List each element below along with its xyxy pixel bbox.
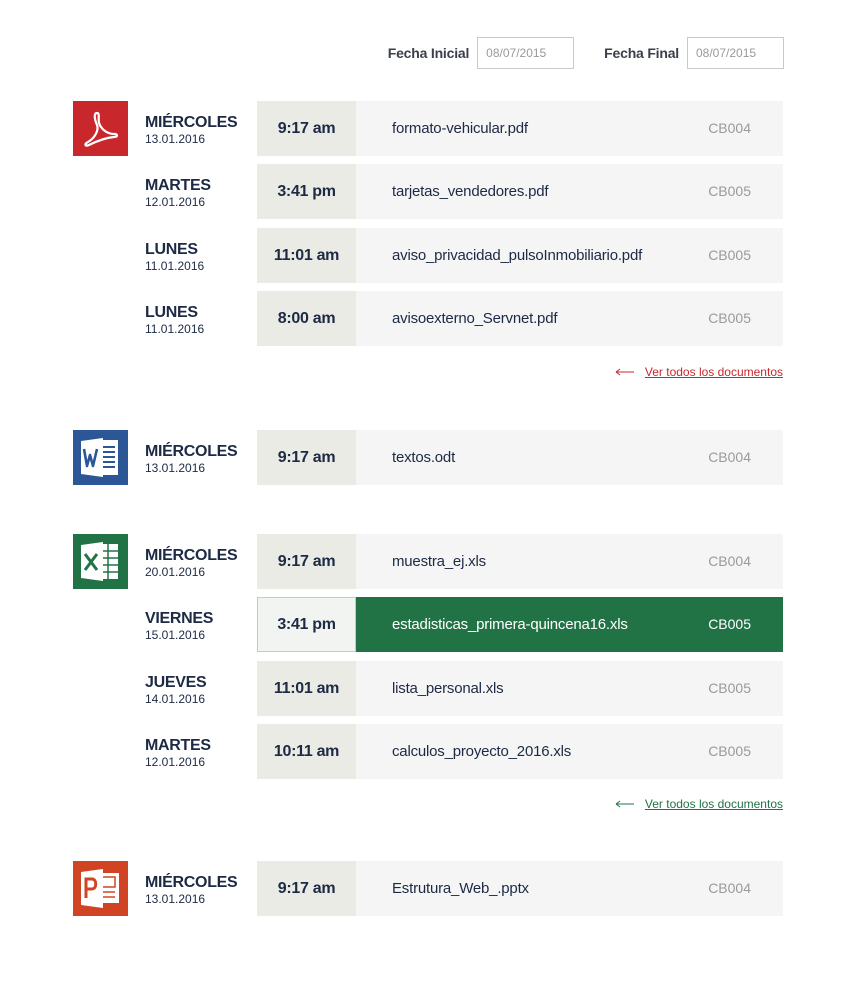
row-time: 9:17 am	[257, 101, 356, 156]
row-date: 14.01.2016	[145, 692, 206, 706]
file-name[interactable]: aviso_privacidad_pulsoInmobiliario.pdf	[392, 228, 642, 283]
file-name[interactable]: textos.odt	[392, 430, 455, 485]
row-day: MIÉRCOLES	[145, 443, 238, 460]
file-cell[interactable]: muestra_ej.xls CB004	[356, 534, 783, 589]
row-date: 13.01.2016	[145, 132, 206, 146]
file-cell[interactable]: tarjetas_vendedores.pdf CB005	[356, 164, 783, 219]
list-item-selected[interactable]: VIERNES 15.01.2016 3:41 pm estadisticas_…	[0, 597, 856, 652]
list-item[interactable]: MARTES 12.01.2016 3:41 pm tarjetas_vende…	[0, 164, 856, 219]
row-time: 9:17 am	[257, 861, 356, 916]
row-time: 3:41 pm	[257, 597, 356, 652]
row-time: 11:01 am	[257, 661, 356, 716]
row-day: VIERNES	[145, 610, 214, 627]
row-date: 13.01.2016	[145, 461, 206, 475]
row-day: MARTES	[145, 737, 211, 754]
file-name[interactable]: lista_personal.xls	[392, 661, 504, 716]
file-name[interactable]: muestra_ej.xls	[392, 534, 486, 589]
file-name[interactable]: calculos_proyecto_2016.xls	[392, 724, 571, 779]
row-time: 9:17 am	[257, 430, 356, 485]
list-item[interactable]: MARTES 12.01.2016 10:11 am calculos_proy…	[0, 724, 856, 779]
list-item[interactable]: MIÉRCOLES 13.01.2016 9:17 am Estrutura_W…	[0, 861, 856, 916]
file-name[interactable]: estadisticas_primera-quincena16.xls	[392, 597, 628, 652]
file-cell[interactable]: aviso_privacidad_pulsoInmobiliario.pdf C…	[356, 228, 783, 283]
file-cell[interactable]: Estrutura_Web_.pptx CB004	[356, 861, 783, 916]
row-day: JUEVES	[145, 674, 207, 691]
file-name[interactable]: avisoexterno_Servnet.pdf	[392, 291, 558, 346]
row-time: 3:41 pm	[257, 164, 356, 219]
file-code: CB005	[708, 310, 751, 326]
row-date: 20.01.2016	[145, 565, 206, 579]
row-date: 12.01.2016	[145, 195, 206, 209]
end-date-label: Fecha Final	[604, 45, 679, 61]
end-date-input[interactable]	[687, 37, 784, 69]
file-cell[interactable]: formato-vehicular.pdf CB004	[356, 101, 783, 156]
row-time: 11:01 am	[257, 228, 356, 283]
see-all-pdf-link[interactable]: Ver todos los documentos	[615, 365, 783, 379]
file-code: CB005	[708, 616, 751, 632]
row-time: 9:17 am	[257, 534, 356, 589]
file-code: CB005	[708, 743, 751, 759]
file-code: CB005	[708, 183, 751, 199]
file-code: CB004	[708, 880, 751, 896]
row-time: 8:00 am	[257, 291, 356, 346]
row-date: 11.01.2016	[145, 259, 205, 273]
file-cell[interactable]: estadisticas_primera-quincena16.xls CB00…	[356, 597, 783, 652]
row-date: 15.01.2016	[145, 628, 206, 642]
row-day: LUNES	[145, 304, 198, 321]
row-date: 13.01.2016	[145, 892, 206, 906]
row-day: MIÉRCOLES	[145, 874, 238, 891]
row-day: LUNES	[145, 241, 198, 258]
row-time: 10:11 am	[257, 724, 356, 779]
file-code: CB005	[708, 247, 751, 263]
arrow-left-icon	[615, 797, 635, 811]
file-name[interactable]: formato-vehicular.pdf	[392, 101, 528, 156]
file-name[interactable]: tarjetas_vendedores.pdf	[392, 164, 549, 219]
date-filters: Fecha Inicial Fecha Final	[388, 37, 784, 69]
list-item[interactable]: MIÉRCOLES 13.01.2016 9:17 am formato-veh…	[0, 101, 856, 156]
list-item[interactable]: JUEVES 14.01.2016 11:01 am lista_persona…	[0, 661, 856, 716]
file-cell[interactable]: lista_personal.xls CB005	[356, 661, 783, 716]
file-code: CB004	[708, 120, 751, 136]
list-item[interactable]: MIÉRCOLES 20.01.2016 9:17 am muestra_ej.…	[0, 534, 856, 589]
file-code: CB004	[708, 449, 751, 465]
row-day: MIÉRCOLES	[145, 547, 238, 564]
arrow-left-icon	[615, 365, 635, 379]
see-all-excel-link[interactable]: Ver todos los documentos	[615, 797, 783, 811]
row-day: MIÉRCOLES	[145, 114, 238, 131]
file-cell[interactable]: textos.odt CB004	[356, 430, 783, 485]
list-item[interactable]: LUNES 11.01.2016 8:00 am avisoexterno_Se…	[0, 291, 856, 346]
file-code: CB004	[708, 553, 751, 569]
row-day: MARTES	[145, 177, 211, 194]
start-date-label: Fecha Inicial	[387, 45, 470, 61]
file-code: CB005	[708, 680, 751, 696]
see-all-label[interactable]: Ver todos los documentos	[645, 365, 783, 379]
list-item[interactable]: MIÉRCOLES 13.01.2016 9:17 am textos.odt …	[0, 430, 856, 485]
row-date: 11.01.2016	[145, 322, 205, 336]
start-date-input[interactable]	[477, 37, 575, 69]
see-all-label[interactable]: Ver todos los documentos	[645, 797, 783, 811]
file-cell[interactable]: avisoexterno_Servnet.pdf CB005	[356, 291, 783, 346]
file-name[interactable]: Estrutura_Web_.pptx	[392, 861, 529, 916]
list-item[interactable]: LUNES 11.01.2016 11:01 am aviso_privacid…	[0, 228, 856, 283]
file-cell[interactable]: calculos_proyecto_2016.xls CB005	[356, 724, 783, 779]
row-date: 12.01.2016	[145, 755, 206, 769]
